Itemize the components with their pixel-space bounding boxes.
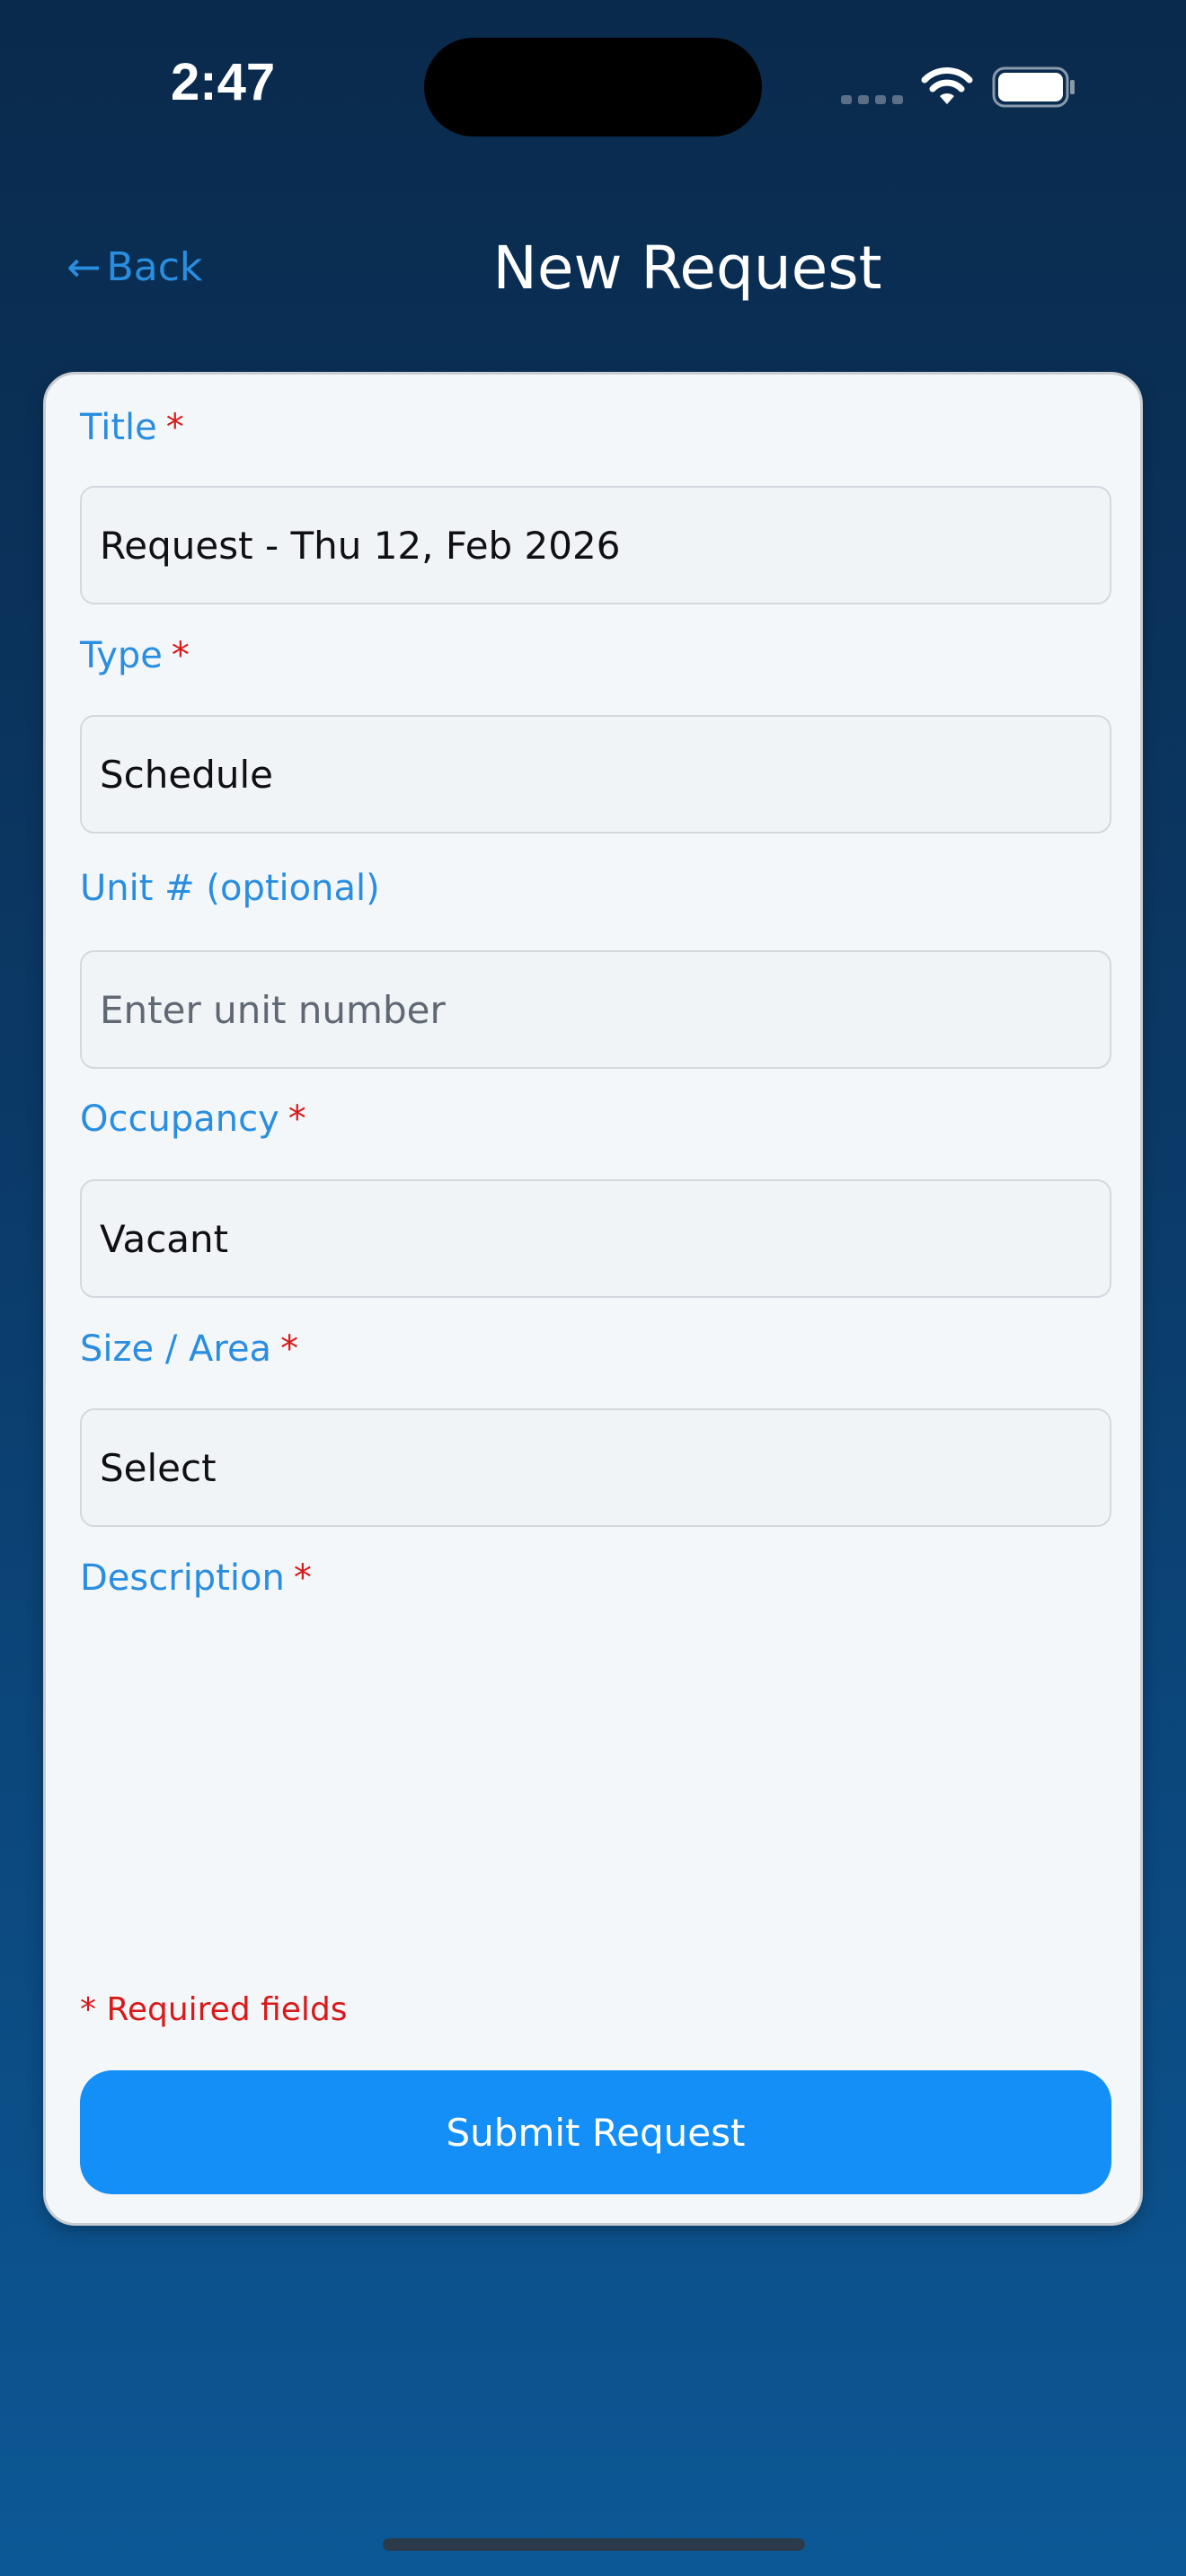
occupancy-select[interactable]: Vacant bbox=[80, 1179, 1111, 1298]
title-label: Title * bbox=[80, 407, 184, 448]
description-textarea[interactable] bbox=[80, 1623, 1111, 1946]
cellular-signal-icon bbox=[841, 95, 903, 104]
unit-label: Unit # (optional) bbox=[80, 868, 380, 909]
battery-icon bbox=[992, 66, 1075, 108]
size-area-select[interactable]: Select bbox=[80, 1408, 1111, 1527]
type-select[interactable]: Schedule bbox=[80, 715, 1111, 834]
required-marker: * bbox=[171, 635, 190, 676]
occupancy-label: Occupancy * bbox=[80, 1098, 306, 1140]
description-label: Description * bbox=[80, 1557, 312, 1599]
submit-request-button[interactable]: Submit Request bbox=[80, 2070, 1111, 2194]
required-marker: * bbox=[165, 407, 184, 448]
wifi-icon bbox=[921, 67, 973, 104]
status-time: 2:47 bbox=[171, 53, 276, 111]
navigation-bar: ← Back New Request bbox=[0, 216, 1186, 323]
required-marker: * bbox=[288, 1098, 306, 1140]
dynamic-island bbox=[424, 38, 762, 137]
type-label: Type * bbox=[80, 635, 190, 676]
title-input[interactable]: Request - Thu 12, Feb 2026 bbox=[80, 486, 1111, 604]
required-marker: * bbox=[280, 1328, 299, 1370]
unit-number-input[interactable]: Enter unit number bbox=[80, 950, 1111, 1069]
required-fields-note: * Required fields bbox=[80, 1991, 348, 2028]
page-title: New Request bbox=[492, 234, 882, 303]
size-area-label: Size / Area * bbox=[80, 1328, 299, 1370]
request-form-card: Title * Request - Thu 12, Feb 2026 Type * … bbox=[43, 372, 1143, 2226]
home-indicator[interactable] bbox=[383, 2538, 805, 2551]
status-bar: 2:47 bbox=[0, 0, 1186, 180]
required-marker: * bbox=[293, 1557, 312, 1599]
